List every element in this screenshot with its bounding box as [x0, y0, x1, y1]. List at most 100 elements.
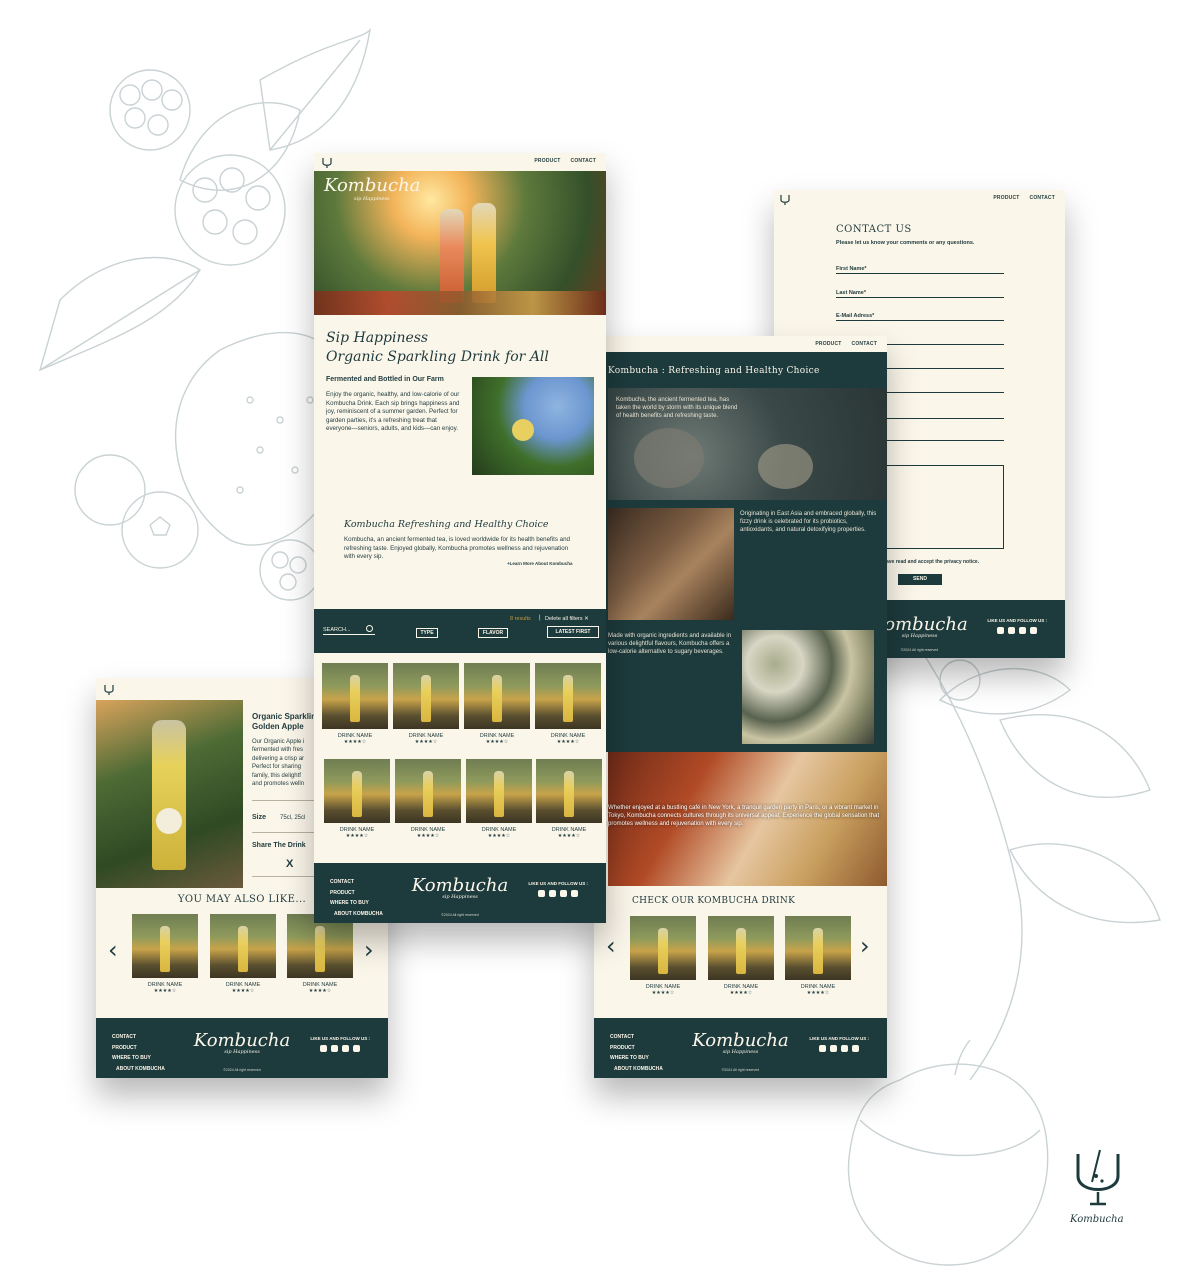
first-name-field[interactable]: First Name* — [836, 266, 1004, 274]
product-image — [287, 914, 353, 978]
product-card[interactable]: DRINK NAME ★★★★☆ — [466, 759, 532, 839]
rating-stars: ★★★★☆ — [153, 988, 177, 994]
x-icon[interactable] — [331, 1045, 339, 1052]
product-bottle-photo — [96, 700, 243, 888]
product-card[interactable]: DRINK NAME ★★★★☆ — [132, 914, 198, 994]
filter-bar: 8 results | Delete all filters ✕ SEARCH.… — [314, 609, 606, 653]
product-card[interactable]: DRINK NAME ★★★★☆ — [322, 663, 388, 745]
product-card[interactable]: DRINK NAME ★★★★☆ — [785, 916, 851, 996]
product-card[interactable]: DRINK NAME ★★★★☆ — [536, 759, 602, 839]
email-field[interactable]: E-Mail Adress* — [836, 313, 1004, 321]
check-drinks-heading: CHECK OUR KOMBUCHA DRINK — [632, 896, 796, 906]
site-footer: CONTACT PRODUCT WHERE TO BUY ABOUT KOMBU… — [314, 863, 606, 923]
product-image — [395, 759, 461, 823]
rating-stars: ★★★★☆ — [556, 739, 580, 745]
hero-brand: Kombucha sip Happiness — [324, 175, 421, 202]
nav-contact[interactable]: CONTACT — [852, 341, 877, 347]
rating-stars: ★★★★☆ — [485, 739, 509, 745]
product-image — [324, 759, 390, 823]
product-card[interactable]: DRINK NAME ★★★★☆ — [630, 916, 696, 996]
sort-dropdown[interactable]: LATEST FIRST — [547, 626, 599, 638]
headline: Sip Happiness Organic Sparkling Drink for… — [326, 330, 549, 365]
rating-stars: ★★★★☆ — [806, 990, 830, 996]
x-icon[interactable] — [1008, 627, 1016, 634]
close-icon[interactable]: ✕ — [584, 616, 589, 622]
nav-product[interactable]: PRODUCT — [815, 341, 841, 347]
send-button[interactable]: SEND — [898, 574, 942, 585]
share-label: Share The Drink — [252, 842, 306, 849]
instagram-icon[interactable] — [560, 890, 568, 897]
top-nav: PRODUCT CONTACT — [774, 190, 1065, 206]
x-icon[interactable] — [549, 890, 557, 897]
carousel-next-icon[interactable]: › — [364, 936, 374, 964]
youtube-icon[interactable] — [997, 627, 1005, 634]
product-image — [785, 916, 851, 980]
x-icon[interactable] — [830, 1045, 838, 1052]
instagram-icon[interactable] — [841, 1045, 849, 1052]
product-card[interactable]: DRINK NAME ★★★★☆ — [464, 663, 530, 745]
product-card[interactable]: DRINK NAME ★★★★☆ — [535, 663, 601, 745]
youtube-icon[interactable] — [320, 1045, 328, 1052]
search-icon[interactable] — [366, 625, 373, 632]
product-image — [393, 663, 459, 729]
carousel-next-icon[interactable]: › — [860, 932, 870, 960]
youtube-icon[interactable] — [538, 890, 546, 897]
product-image — [630, 916, 696, 980]
top-nav: PRODUCT CONTACT — [594, 336, 887, 352]
site-footer: CONTACT PRODUCT WHERE TO BUY ABOUT KOMBU… — [594, 1018, 887, 1078]
rating-stars: ★★★★☆ — [345, 833, 369, 839]
instagram-icon[interactable] — [1019, 627, 1027, 634]
product-image — [322, 663, 388, 729]
product-card[interactable]: DRINK NAME ★★★★☆ — [393, 663, 459, 745]
product-card[interactable]: DRINK NAME ★★★★☆ — [210, 914, 276, 994]
nav-product[interactable]: PRODUCT — [993, 195, 1019, 201]
type-filter-button[interactable]: TYPE — [416, 628, 438, 638]
apple-branch-sketch — [899, 619, 1023, 1081]
size-value[interactable]: 75cl, 25cl — [280, 815, 305, 821]
tea-leaves-jars-photo — [742, 630, 874, 744]
product-image — [464, 663, 530, 729]
delete-filters-button[interactable]: Delete all filters ✕ — [545, 616, 589, 622]
social-block: LIKE US AND FOLLOW US : — [987, 618, 1047, 634]
flavor-filter-button[interactable]: FLAVOR — [478, 628, 508, 638]
product-title: Organic Sparklin Golden Apple — [252, 712, 317, 731]
linkedin-icon[interactable] — [852, 1045, 860, 1052]
linkedin-icon[interactable] — [571, 890, 579, 897]
raspberry-sketch — [109, 69, 321, 601]
youtube-icon[interactable] — [819, 1045, 827, 1052]
instagram-icon[interactable] — [342, 1045, 350, 1052]
about-paragraph-4: Whether enjoyed at a bustling café in Ne… — [608, 805, 880, 827]
last-name-field[interactable]: Last Name* — [836, 290, 1004, 298]
sub-heading: Fermented and Bottled in Our Farm — [326, 376, 444, 383]
section-body: Kombucha, an ancient fermented tea, is l… — [344, 536, 570, 561]
home-page: PRODUCT CONTACT Kombucha sip Happiness Si… — [314, 153, 606, 923]
nav-contact[interactable]: CONTACT — [1030, 195, 1055, 201]
rating-stars: ★★★★☆ — [308, 988, 332, 994]
nav-product[interactable]: PRODUCT — [534, 158, 560, 164]
product-image — [536, 759, 602, 823]
product-card[interactable]: DRINK NAME ★★★★☆ — [324, 759, 390, 839]
linkedin-icon[interactable] — [353, 1045, 361, 1052]
copyright: ©2024 All right reserved — [441, 913, 479, 917]
contact-subtitle: Please let us know your comments or any … — [836, 240, 975, 246]
copyright: ©2024 All right reserved — [223, 1068, 261, 1072]
learn-more-link[interactable]: +Learn More About Kombucha — [507, 561, 572, 566]
product-card[interactable]: DRINK NAME ★★★★☆ — [708, 916, 774, 996]
blueberry-sketch — [74, 454, 146, 526]
carousel-prev-icon[interactable]: ‹ — [606, 932, 616, 960]
product-card[interactable]: DRINK NAME ★★★★☆ — [395, 759, 461, 839]
copyright: ©2024 All right reserved — [721, 1068, 760, 1072]
brand-logo-icon[interactable] — [104, 684, 114, 696]
about-page: PRODUCT CONTACT Kombucha : Refreshing and… — [594, 336, 887, 1078]
about-paragraph-1: Kombucha, the ancient fermented tea, has… — [616, 397, 738, 419]
privacy-notice[interactable]: ave read and accept the privacy notice. — [886, 559, 979, 565]
product-card[interactable]: DRINK NAME ★★★★☆ — [287, 914, 353, 994]
product-image — [708, 916, 774, 980]
fermenting-jars-photo — [608, 508, 734, 620]
rating-stars: ★★★★☆ — [487, 833, 511, 839]
product-image — [466, 759, 532, 823]
carousel-prev-icon[interactable]: ‹ — [108, 936, 118, 964]
linkedin-icon[interactable] — [1030, 627, 1038, 634]
nav-contact[interactable]: CONTACT — [571, 158, 596, 164]
x-share-icon[interactable]: X — [286, 858, 293, 870]
